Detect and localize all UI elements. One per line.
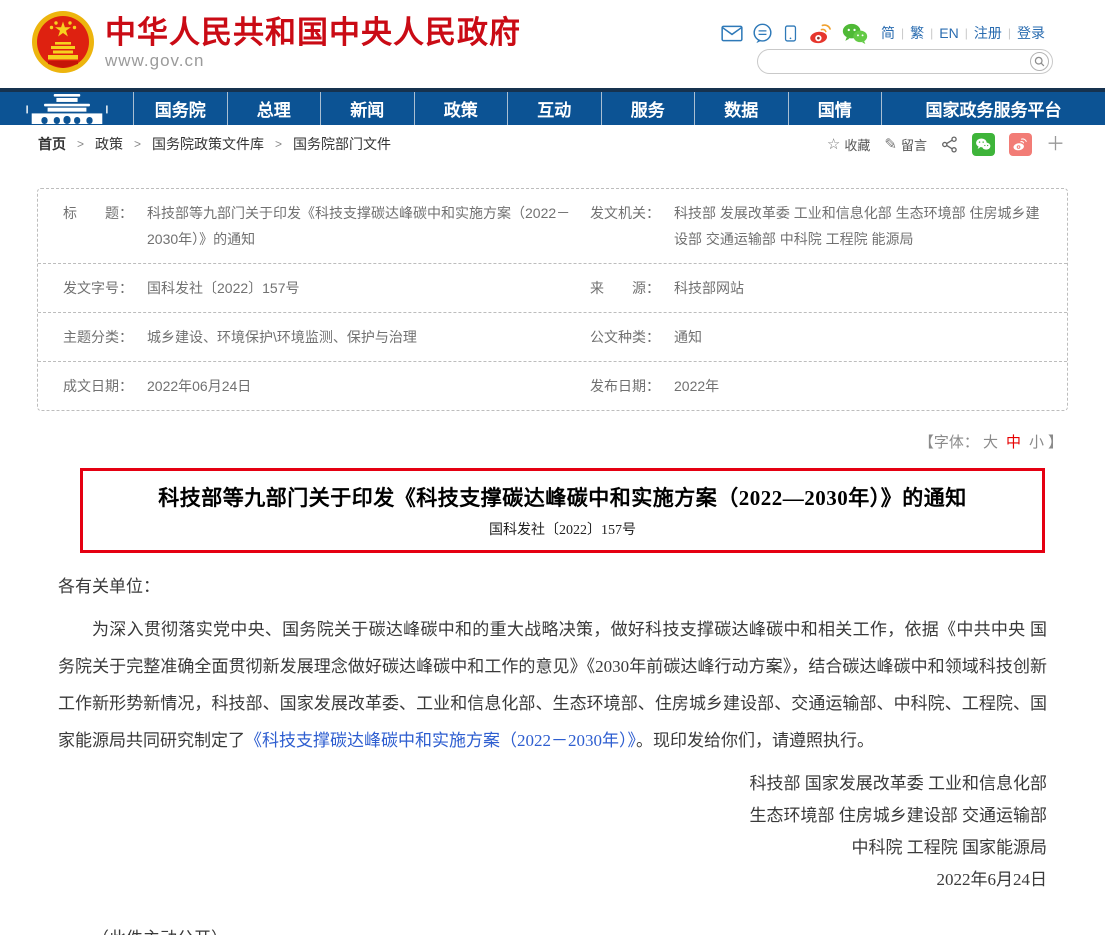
mobile-phone-icon[interactable] <box>782 23 799 44</box>
breadcrumb-separator: > <box>134 137 141 151</box>
meta-row-category-type: 主题分类： 城乡建设、环境保护\环境监测、保护与治理 公文种类： 通知 <box>38 313 1067 362</box>
lang-links: 简 | 繁 | EN | 注册 | 登录 <box>881 23 1045 43</box>
salutation: 各有关单位： <box>58 573 1047 601</box>
page-actions: ☆ 收藏 ✎ 留言 <box>827 133 1065 156</box>
main-nav: 国务院 总理 新闻 政策 互动 服务 数据 国情 国家政务服务平台 <box>0 88 1105 125</box>
breadcrumb-separator: > <box>275 137 282 151</box>
site-logo-link[interactable]: 中华人民共和国中央人民政府 www.gov.cn <box>30 9 521 75</box>
nav-item-hudong[interactable]: 互动 <box>507 92 601 125</box>
nav-item-shuju[interactable]: 数据 <box>694 92 788 125</box>
meta-row-docnum-source: 发文字号： 国科发社〔2022〕157号 来 源： 科技部网站 <box>38 264 1067 313</box>
font-size-control: 【字体：大中小】 <box>0 431 1063 452</box>
divider: | <box>901 26 904 40</box>
implementation-plan-link[interactable]: 《科技支撑碳达峰碳中和实施方案（2022－2030年）》 <box>245 731 636 750</box>
font-control-suffix: 】 <box>1048 434 1063 451</box>
header-utility-row: 简 | 繁 | EN | 注册 | 登录 <box>721 21 1045 45</box>
share-weibo-icon[interactable] <box>1009 133 1032 156</box>
meta-value-category: 城乡建设、环境保护\环境监测、保护与治理 <box>147 324 417 350</box>
meta-label-doc-number: 发文字号： <box>63 275 133 301</box>
site-header: 中华人民共和国中央人民政府 www.gov.cn <box>0 0 1105 88</box>
login-link[interactable]: 登录 <box>1017 23 1045 43</box>
breadcrumb-department-docs[interactable]: 国务院部门文件 <box>293 134 391 154</box>
breadcrumb-policy-library[interactable]: 国务院政策文件库 <box>152 134 264 154</box>
breadcrumb: 首页 > 政策 > 国务院政策文件库 > 国务院部门文件 <box>38 134 391 154</box>
message-bubble-icon[interactable] <box>752 23 773 44</box>
meta-value-publish-date: 2022年 <box>674 373 719 399</box>
font-size-large-button[interactable]: 大 <box>983 434 998 451</box>
nav-home-building-icon[interactable] <box>0 92 133 125</box>
meta-label-source: 来 源： <box>590 275 660 301</box>
main-paragraph: 为深入贯彻落实党中央、国务院关于碳达峰碳中和的重大战略决策，做好科技支撑碳达峰碳… <box>58 611 1047 759</box>
share-wechat-icon[interactable] <box>972 133 995 156</box>
meta-label-title: 标 题： <box>63 200 133 226</box>
font-size-small-button[interactable]: 小 <box>1029 434 1044 451</box>
site-title: 中华人民共和国中央人民政府 <box>105 16 521 50</box>
meta-label-issuing-agency: 发文机关： <box>590 200 660 226</box>
breadcrumb-row: 首页 > 政策 > 国务院政策文件库 > 国务院部门文件 ☆ 收藏 ✎ 留言 <box>0 125 1105 163</box>
signature-line: 中科院 工程院 国家能源局 <box>58 832 1047 864</box>
mail-icon[interactable] <box>721 25 743 42</box>
document-title-box: 科技部等九部门关于印发《科技支撑碳达峰碳中和实施方案（2022—2030年）》的… <box>80 468 1045 553</box>
meta-value-issuing-agency: 科技部 发展改革委 工业和信息化部 生态环境部 住房城乡建设部 交通运输部 中科… <box>674 200 1049 252</box>
search-box <box>757 49 1053 74</box>
meta-value-doc-number: 国科发社〔2022〕157号 <box>147 275 300 301</box>
comment-label: 留言 <box>901 135 927 154</box>
lang-traditional-link[interactable]: 繁 <box>910 23 924 43</box>
disclosure-note: （此件主动公开） <box>58 924 1047 935</box>
share-icon[interactable] <box>941 136 958 153</box>
favorite-button[interactable]: ☆ 收藏 <box>827 135 870 154</box>
nav-item-guoqing[interactable]: 国情 <box>788 92 882 125</box>
meta-label-category: 主题分类： <box>63 324 133 350</box>
article-body: 各有关单位： 为深入贯彻落实党中央、国务院关于碳达峰碳中和的重大战略决策，做好科… <box>58 573 1047 935</box>
nav-item-fuwu[interactable]: 服务 <box>601 92 695 125</box>
document-title: 科技部等九部门关于印发《科技支撑碳达峰碳中和实施方案（2022—2030年）》的… <box>95 484 1030 512</box>
more-share-button[interactable]: ＋ <box>1046 135 1065 154</box>
star-icon: ☆ <box>827 135 840 153</box>
favorite-label: 收藏 <box>844 135 870 154</box>
pencil-icon: ✎ <box>884 135 897 153</box>
meta-value-source: 科技部网站 <box>674 275 744 301</box>
meta-label-written-date: 成文日期： <box>63 373 133 399</box>
nav-item-zhengwu-platform[interactable]: 国家政务服务平台 <box>881 92 1105 125</box>
divider: | <box>930 26 933 40</box>
meta-value-title: 科技部等九部门关于印发《科技支撑碳达峰碳中和实施方案（2022－2030年）》的… <box>147 200 590 252</box>
meta-label-publish-date: 发布日期： <box>590 373 660 399</box>
nav-item-xinwen[interactable]: 新闻 <box>320 92 414 125</box>
lang-simplified-link[interactable]: 简 <box>881 23 895 43</box>
divider: | <box>1008 26 1011 40</box>
paragraph-text-after-link: 。现印发给你们，请遵照执行。 <box>636 731 874 750</box>
signature-line: 生态环境部 住房城乡建设部 交通运输部 <box>58 800 1047 832</box>
document-meta-table: 标 题： 科技部等九部门关于印发《科技支撑碳达峰碳中和实施方案（2022－203… <box>37 188 1068 411</box>
register-link[interactable]: 注册 <box>974 23 1002 43</box>
search-icon[interactable] <box>1030 52 1049 71</box>
site-url: www.gov.cn <box>105 51 521 71</box>
meta-value-written-date: 2022年06月24日 <box>147 373 251 399</box>
nav-item-zhengce[interactable]: 政策 <box>414 92 508 125</box>
document-number: 国科发社〔2022〕157号 <box>95 519 1030 539</box>
meta-row-dates: 成文日期： 2022年06月24日 发布日期： 2022年 <box>38 362 1067 410</box>
nav-item-guowuyuan[interactable]: 国务院 <box>133 92 227 125</box>
signature-date: 2022年6月24日 <box>58 864 1047 896</box>
breadcrumb-separator: > <box>77 137 84 151</box>
meta-label-doc-type: 公文种类： <box>590 324 660 350</box>
divider: | <box>965 26 968 40</box>
national-emblem-icon <box>30 9 96 75</box>
lang-english-link[interactable]: EN <box>939 25 958 41</box>
font-control-prefix: 【字体： <box>919 434 979 451</box>
breadcrumb-home[interactable]: 首页 <box>38 134 66 154</box>
nav-item-zongli[interactable]: 总理 <box>227 92 321 125</box>
wechat-icon[interactable] <box>842 22 868 45</box>
breadcrumb-zhengce[interactable]: 政策 <box>95 134 123 154</box>
meta-value-doc-type: 通知 <box>674 324 702 350</box>
signature-line: 科技部 国家发展改革委 工业和信息化部 <box>58 768 1047 800</box>
meta-row-title-agency: 标 题： 科技部等九部门关于印发《科技支撑碳达峰碳中和实施方案（2022－203… <box>38 189 1067 264</box>
weibo-icon[interactable] <box>808 22 833 45</box>
signature-block: 科技部 国家发展改革委 工业和信息化部 生态环境部 住房城乡建设部 交通运输部 … <box>58 768 1047 896</box>
search-input[interactable] <box>770 51 1020 72</box>
font-size-medium-button[interactable]: 中 <box>1006 434 1021 451</box>
comment-button[interactable]: ✎ 留言 <box>884 135 927 154</box>
